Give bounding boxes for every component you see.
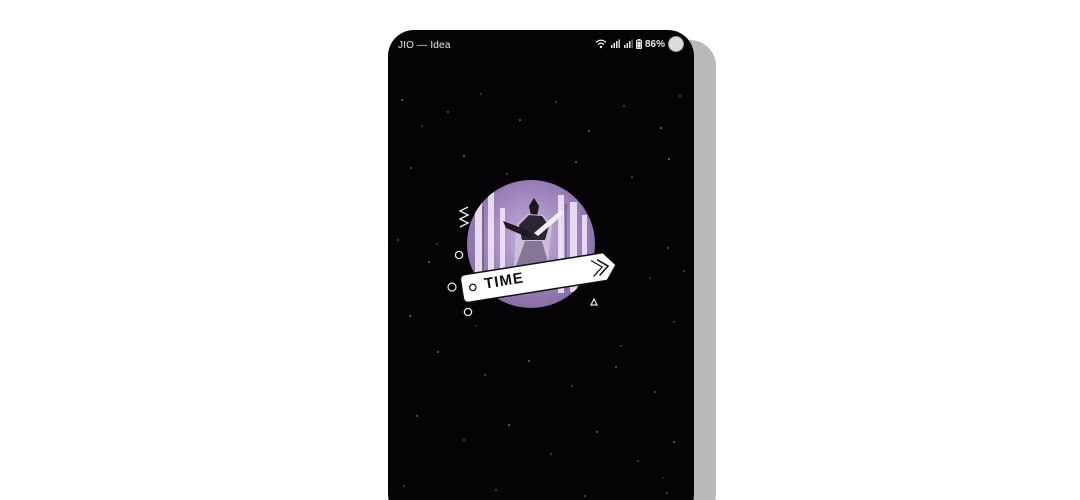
phone-screen: JIO — Idea 86% TIME — [388, 30, 694, 500]
splash-logo: TIME — [446, 180, 636, 320]
screenshot-stage: JIO — Idea 86% TIME — [0, 0, 1080, 500]
status-bar: JIO — Idea 86% — [388, 30, 694, 60]
triangle-icon — [590, 297, 598, 306]
circle-icon — [447, 282, 457, 292]
circle-icon — [454, 250, 464, 260]
signal-icon — [610, 39, 620, 48]
circle-icon — [463, 307, 473, 317]
battery-icon — [635, 39, 642, 49]
avatar[interactable] — [668, 36, 684, 52]
zigzag-icon — [458, 206, 470, 228]
status-icons: 86% — [595, 36, 684, 52]
wifi-icon — [595, 39, 607, 49]
carrier-label: JIO — Idea — [398, 40, 451, 51]
battery-percentage: 86% — [644, 38, 665, 50]
signal-icon — [623, 39, 633, 48]
